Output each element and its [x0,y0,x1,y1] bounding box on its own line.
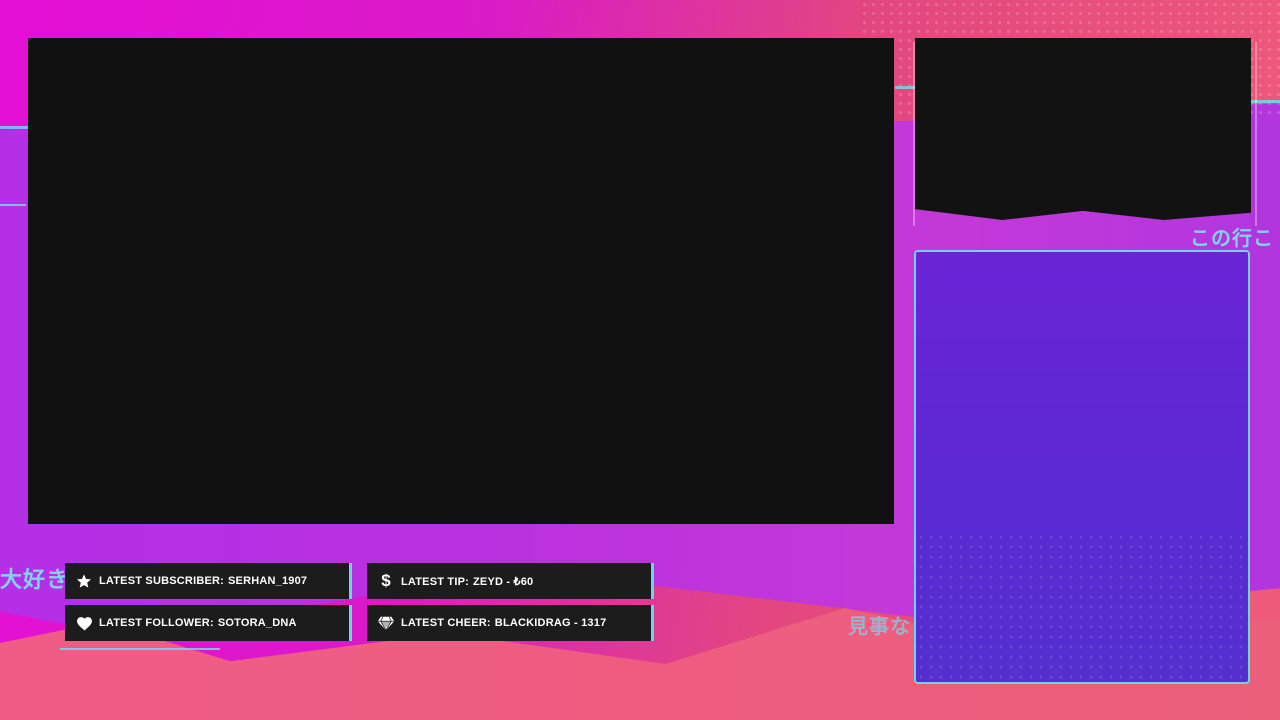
glitch-line [60,648,220,650]
main-screen-frame [28,38,894,524]
dollar-icon: $ [381,571,391,590]
cheer-label: LATEST CHEER: [401,617,491,629]
follower-label: LATEST FOLLOWER: [99,617,214,629]
decor-text-right-mid: 見事な [848,614,911,638]
glitch-line [0,204,26,206]
star-icon [69,573,99,589]
side-panel [914,250,1250,684]
subscriber-value: SERHAN_1907 [228,575,308,587]
heart-icon [69,615,99,631]
latest-subscriber-bar: LATEST SUBSCRIBER: SERHAN_1907 [65,563,352,599]
cheer-value: BLACKIDRAG - 1317 [494,617,607,629]
latest-cheer-bar: LATEST CHEER: BLACKIDRAG - 1317 [367,605,654,641]
webcam-frame [915,38,1251,220]
latest-follower-bar: LATEST FOLLOWER: SOTORA_DNA [65,605,352,641]
glitch-line [895,86,915,89]
glitch-line [1250,100,1280,103]
tip-label: LATEST TIP: [401,575,469,588]
latest-tip-bar: $ LATEST TIP: ZEYD - ₺60 [367,563,654,599]
decor-text-left: 大好き [0,568,70,593]
subscriber-label: LATEST SUBSCRIBER: [99,575,225,587]
tip-value: ZEYD - ₺60 [473,575,534,588]
decor-text-right-top: この行こ [1190,226,1274,250]
follower-value: SOTORA_DNA [217,617,297,629]
diamond-icon [371,616,401,631]
